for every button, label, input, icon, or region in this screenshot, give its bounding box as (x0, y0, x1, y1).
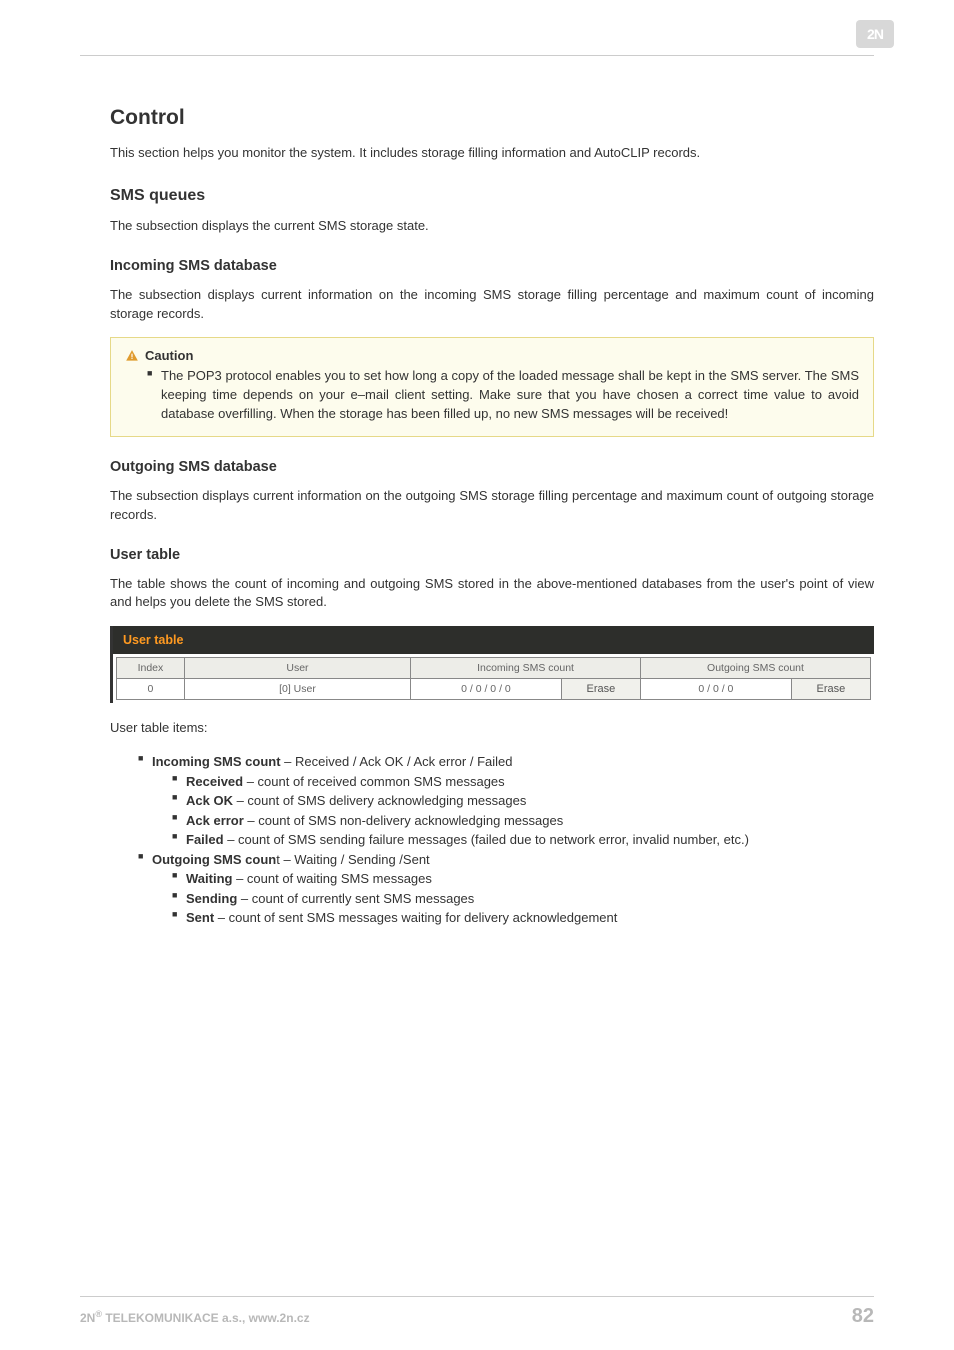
erase-outgoing-button[interactable]: Erase (791, 679, 870, 700)
caution-callout: Caution The POP3 protocol enables you to… (110, 337, 874, 437)
erase-incoming-button[interactable]: Erase (561, 679, 640, 700)
user-table-inner: Index User Incoming SMS count Outgoing S… (113, 654, 874, 703)
col-user: User (184, 658, 410, 679)
list-item: Sending – count of currently sent SMS me… (172, 889, 874, 909)
cell-outgoing: 0 / 0 / 0 (641, 679, 792, 700)
cell-incoming: 0 / 0 / 0 / 0 (411, 679, 562, 700)
outgoing-count-desc: t – Waiting / Sending /Sent (276, 852, 429, 867)
brand-logo: 2N (856, 20, 894, 48)
incoming-count-label: Incoming SMS count (152, 754, 281, 769)
para-user-table: The table shows the count of incoming an… (110, 575, 874, 613)
list-item: Ack OK – count of SMS delivery acknowled… (172, 791, 874, 811)
ack-error-label: Ack error (186, 813, 244, 828)
table-row: 0 [0] User 0 / 0 / 0 / 0 Erase 0 / 0 / 0… (117, 679, 871, 700)
list-item: Waiting – count of waiting SMS messages (172, 869, 874, 889)
page: 2N Control This section helps you monito… (0, 0, 954, 1350)
caution-title-row: Caution (125, 348, 859, 363)
heading-user-table: User table (110, 547, 874, 563)
heading-outgoing-db: Outgoing SMS database (110, 459, 874, 475)
para-items: User table items: (110, 719, 874, 738)
footer-left: 2N® TELEKOMUNIKACE a.s., www.2n.cz (80, 1309, 310, 1325)
cell-user: [0] User (184, 679, 410, 700)
caution-item: The POP3 protocol enables you to set how… (147, 367, 859, 424)
para-outgoing-db: The subsection displays current informat… (110, 487, 874, 525)
sent-label: Sent (186, 910, 214, 925)
para-sms-queues: The subsection displays the current SMS … (110, 217, 874, 236)
footer-company: TELEKOMUNIKACE a.s., www.2n.cz (102, 1311, 310, 1325)
list-item: Ack error – count of SMS non-delivery ac… (172, 811, 874, 831)
failed-desc: – count of SMS sending failure messages … (224, 832, 749, 847)
footer-brand: 2N (80, 1311, 95, 1325)
list-item: Outgoing SMS count – Waiting / Sending /… (138, 850, 874, 928)
received-label: Received (186, 774, 243, 789)
para-control: This section helps you monitor the syste… (110, 144, 874, 163)
col-incoming: Incoming SMS count (411, 658, 641, 679)
heading-sms-queues: SMS queues (110, 187, 874, 205)
heading-incoming-db: Incoming SMS database (110, 258, 874, 274)
heading-control: Control (110, 106, 874, 130)
caution-title: Caution (145, 348, 193, 363)
para-incoming-db: The subsection displays current informat… (110, 286, 874, 324)
ack-error-desc: – count of SMS non-delivery acknowledgin… (244, 813, 563, 828)
col-index: Index (117, 658, 185, 679)
user-table-title: User table (113, 626, 874, 654)
page-number: 82 (852, 1305, 874, 1328)
page-footer: 2N® TELEKOMUNIKACE a.s., www.2n.cz 82 (80, 1296, 874, 1328)
header-rule (80, 55, 874, 56)
list-item: Sent – count of sent SMS messages waitin… (172, 908, 874, 928)
cell-index: 0 (117, 679, 185, 700)
content-area: Control This section helps you monitor t… (80, 106, 874, 928)
warning-icon (125, 349, 139, 363)
waiting-desc: – count of waiting SMS messages (232, 871, 431, 886)
received-desc: – count of received common SMS messages (243, 774, 505, 789)
user-table-panel: User table Index User Incoming SMS co (110, 626, 874, 703)
sending-label: Sending (186, 891, 237, 906)
list-item: Incoming SMS count – Received / Ack OK /… (138, 752, 874, 850)
ack-ok-label: Ack OK (186, 793, 233, 808)
sent-desc: – count of sent SMS messages waiting for… (214, 910, 617, 925)
footer-reg: ® (95, 1309, 102, 1319)
list-item: Received – count of received common SMS … (172, 772, 874, 792)
failed-label: Failed (186, 832, 224, 847)
col-outgoing: Outgoing SMS count (641, 658, 871, 679)
sending-desc: – count of currently sent SMS messages (237, 891, 474, 906)
outgoing-count-label: Outgoing SMS coun (152, 852, 276, 867)
items-list: Incoming SMS count – Received / Ack OK /… (138, 752, 874, 928)
table-header-row: Index User Incoming SMS count Outgoing S… (117, 658, 871, 679)
waiting-label: Waiting (186, 871, 232, 886)
ack-ok-desc: – count of SMS delivery acknowledging me… (233, 793, 526, 808)
list-item: Failed – count of SMS sending failure me… (172, 830, 874, 850)
user-table: Index User Incoming SMS count Outgoing S… (116, 657, 871, 700)
incoming-count-desc: – Received / Ack OK / Ack error / Failed (281, 754, 513, 769)
